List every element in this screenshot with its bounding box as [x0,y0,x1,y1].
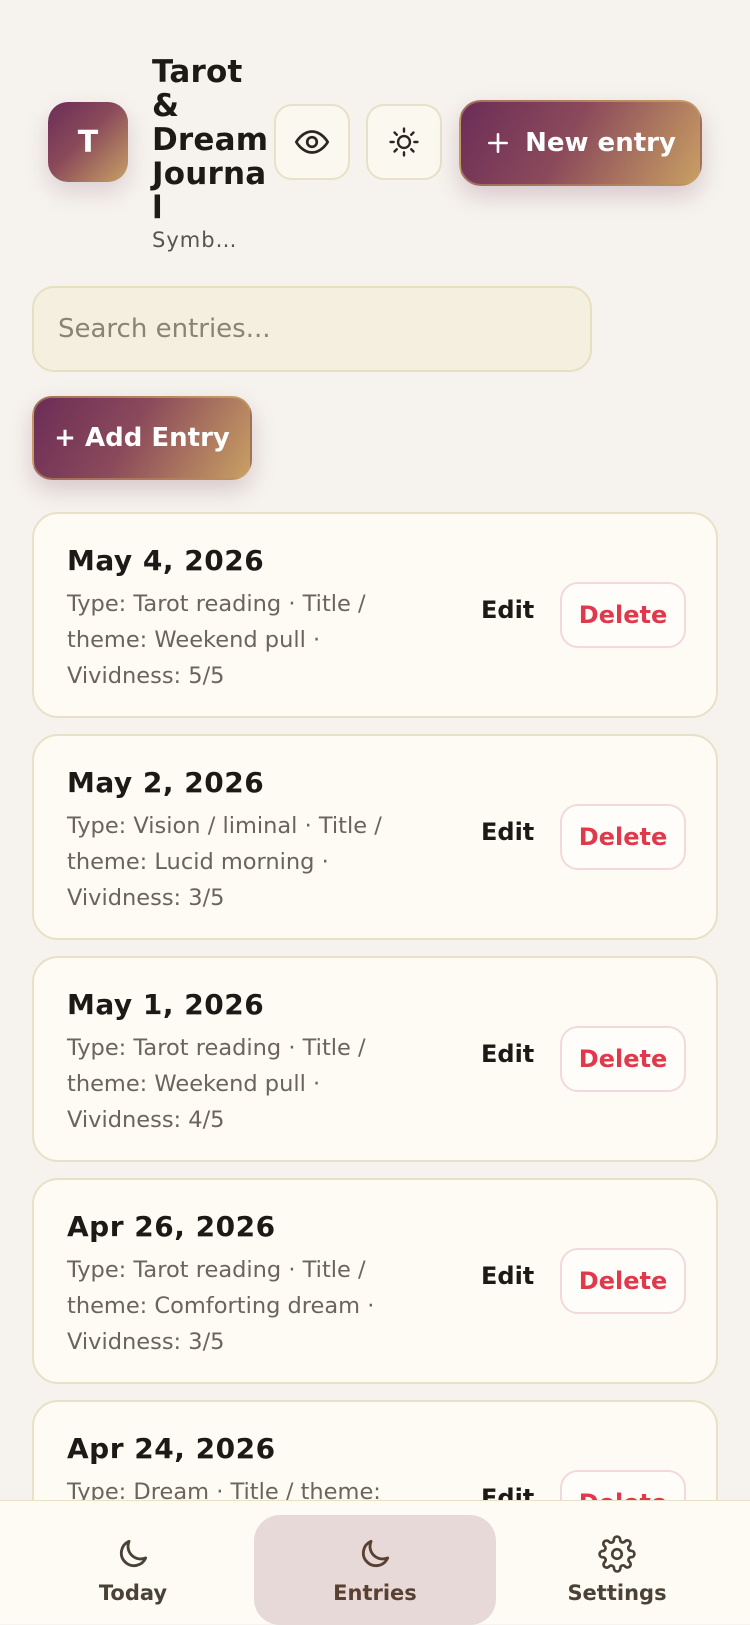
new-entry-button[interactable]: New entry [459,100,702,186]
entry-card: May 1, 2026 Type: Tarot reading · Title … [32,956,718,1162]
nav-settings[interactable]: Settings [496,1515,738,1625]
gear-icon [598,1535,636,1573]
edit-button[interactable]: Edit [481,818,534,846]
entry-meta: Type: Tarot reading · Title / theme: Com… [67,1257,375,1355]
entries-list: May 4, 2026 Type: Tarot reading · Title … [32,512,718,1622]
entry-date: Apr 24, 2026 [67,1432,276,1465]
entry-card: May 2, 2026 Type: Vision / liminal · Tit… [32,734,718,940]
nav-settings-label: Settings [567,1581,667,1605]
edit-button[interactable]: Edit [481,1262,534,1290]
entry-date: Apr 26, 2026 [67,1210,276,1243]
sun-icon [389,127,419,157]
nav-today[interactable]: Today [12,1515,254,1625]
delete-button[interactable]: Delete [560,804,686,870]
entry-meta: Type: Vision / liminal · Title / theme: … [67,813,382,911]
visibility-toggle-button[interactable] [274,104,350,180]
add-entry-label: + Add Entry [54,423,230,453]
theme-toggle-button[interactable] [366,104,442,180]
entry-card: Apr 26, 2026 Type: Tarot reading · Title… [32,1178,718,1384]
plus-icon [488,133,509,153]
bottom-nav: Today Entries Settings [0,1500,750,1625]
eye-icon [294,130,330,154]
nav-today-label: Today [98,1581,168,1605]
new-entry-label: New entry [525,128,676,158]
search-placeholder: Search entries... [58,314,271,344]
entry-meta: Type: Tarot reading · Title / theme: Wee… [67,1035,366,1133]
search-input[interactable]: Search entries... [32,286,592,372]
app-title: Tarot & Dream Journal [152,54,269,226]
title-block: Tarot & Dream Journal Symbo… [152,55,272,252]
entry-card: May 4, 2026 Type: Tarot reading · Title … [32,512,718,718]
delete-button[interactable]: Delete [560,1248,686,1314]
moon-icon [361,1539,390,1568]
delete-button[interactable]: Delete [560,1026,686,1092]
logo-letter: T [77,124,99,160]
nav-entries[interactable]: Entries [254,1515,496,1625]
nav-entries-label: Entries [333,1581,417,1605]
entry-meta: Type: Tarot reading · Title / theme: Wee… [67,591,366,689]
moon-icon [119,1539,148,1568]
delete-button[interactable]: Delete [560,582,686,648]
add-entry-button[interactable]: + Add Entry [32,396,252,480]
edit-button[interactable]: Edit [481,1040,534,1068]
edit-button[interactable]: Edit [481,596,534,624]
entry-date: May 2, 2026 [67,766,265,799]
app-header: T Tarot & Dream Journal Symbo… New entry [0,0,750,252]
entry-date: May 1, 2026 [67,988,265,1021]
app-subtitle: Symbo… [152,228,247,252]
entry-date: May 4, 2026 [67,544,265,577]
app-logo: T [48,102,128,182]
